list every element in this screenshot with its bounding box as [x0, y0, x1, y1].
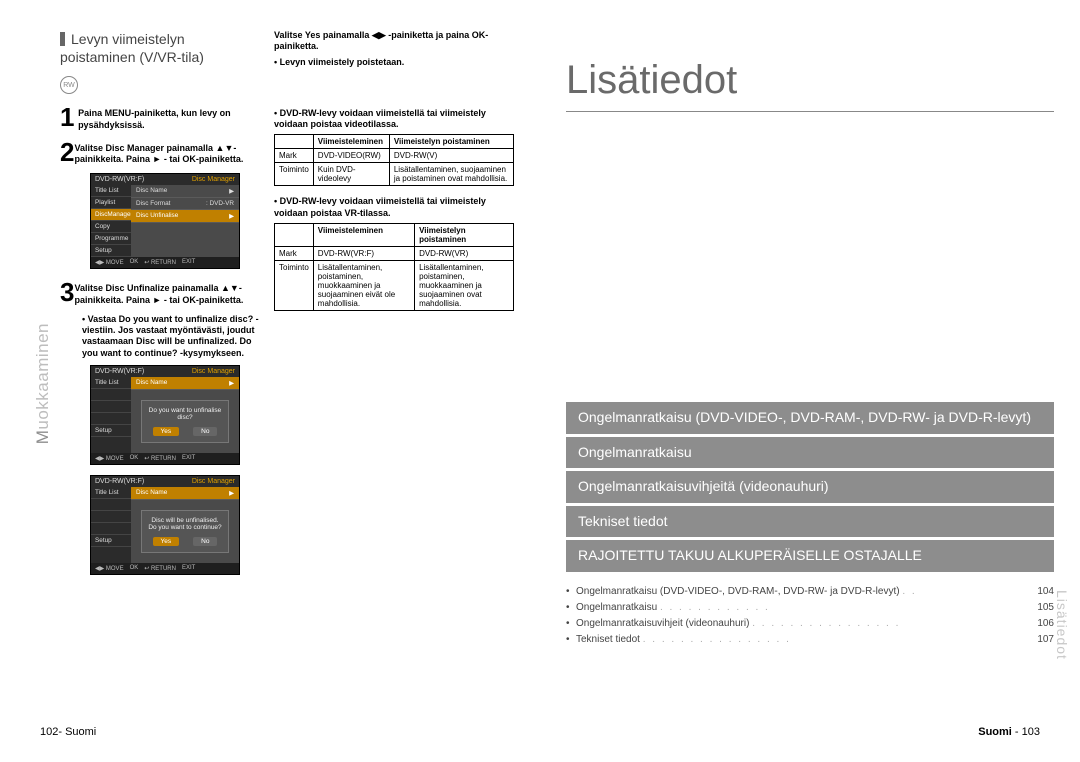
page-title: Lisätiedot — [566, 58, 1054, 112]
disc-rw-icon — [60, 76, 78, 94]
step-1: 1 Paina MENU-painiketta, kun levy on pys… — [60, 104, 260, 131]
toc-section-3: Tekniset tiedot — [566, 506, 1054, 538]
side-label-right: Lisätiedot — [1054, 590, 1070, 660]
toc-section-4: RAJOITETTU TAKUU ALKUPERÄISELLE OSTAJALL… — [566, 540, 1054, 572]
side-label-rest: uokkaaminen — [33, 323, 52, 430]
side-label: Muokkaaminen — [26, 30, 60, 738]
colb-result: • Levyn viimeistely poistetaan. — [274, 57, 514, 68]
page-number-right: Suomi - 103 — [978, 726, 1040, 738]
screenshot-disc-manager: DVD-RW(VR:F)Disc Manager Title List Play… — [90, 173, 240, 269]
step-3: 3 Valitse Disc Unfinalize painamalla ▲▼-… — [60, 279, 260, 306]
side-label-m: M — [33, 430, 52, 445]
note-vr-mode: • DVD-RW-levy voidaan viimeistellä tai v… — [274, 196, 514, 219]
toc-row: •Tekniset tiedot . . . . . . . . . . . .… — [566, 632, 1054, 648]
page-left: Muokkaaminen Levyn viimeistelyn poistami… — [0, 0, 540, 762]
column-b: Valitse Yes painamalla ◀▶ -painiketta ja… — [268, 30, 514, 738]
toc-row: •Ongelmanratkaisu (DVD-VIDEO-, DVD-RAM-,… — [566, 584, 1054, 600]
page-number-left: 102- Suomi — [40, 726, 96, 738]
screenshot-unfinalise-continue: DVD-RW(VR:F)Disc Manager Title List Setu… — [90, 475, 240, 575]
column-a: Levyn viimeistelyn poistaminen (V/VR-til… — [60, 30, 268, 738]
toc-section-2: Ongelmanratkaisuvihjeitä (videonauhuri) — [566, 471, 1054, 503]
screenshot-unfinalise-confirm: DVD-RW(VR:F)Disc Manager Title List Setu… — [90, 365, 240, 465]
step-2: 2 Valitse Disc Manager painamalla ▲▼-pai… — [60, 139, 260, 166]
page-right: Lisätiedot Ongelmanratkaisu (DVD-VIDEO-,… — [540, 0, 1080, 762]
table-vr-mode: ViimeisteleminenViimeistelyn poistaminen… — [274, 223, 514, 311]
toc-row: •Ongelmanratkaisu . . . . . . . . . . . … — [566, 600, 1054, 616]
step-3-note: • Vastaa Do you want to unfinalize disc?… — [82, 314, 260, 359]
toc-row: •Ongelmanratkaisuvihjeit (videonauhuri) … — [566, 616, 1054, 632]
colb-instruction: Valitse Yes painamalla ◀▶ -painiketta ja… — [274, 30, 514, 53]
note-video-mode: • DVD-RW-levy voidaan viimeistellä tai v… — [274, 108, 514, 131]
table-video-mode: ViimeisteleminenViimeistelyn poistaminen… — [274, 134, 514, 186]
toc-list: •Ongelmanratkaisu (DVD-VIDEO-, DVD-RAM-,… — [566, 584, 1054, 648]
toc-section-1: Ongelmanratkaisu — [566, 437, 1054, 469]
section-title: Levyn viimeistelyn poistaminen (V/VR-til… — [60, 30, 260, 66]
toc-section-0: Ongelmanratkaisu (DVD-VIDEO-, DVD-RAM-, … — [566, 402, 1054, 434]
